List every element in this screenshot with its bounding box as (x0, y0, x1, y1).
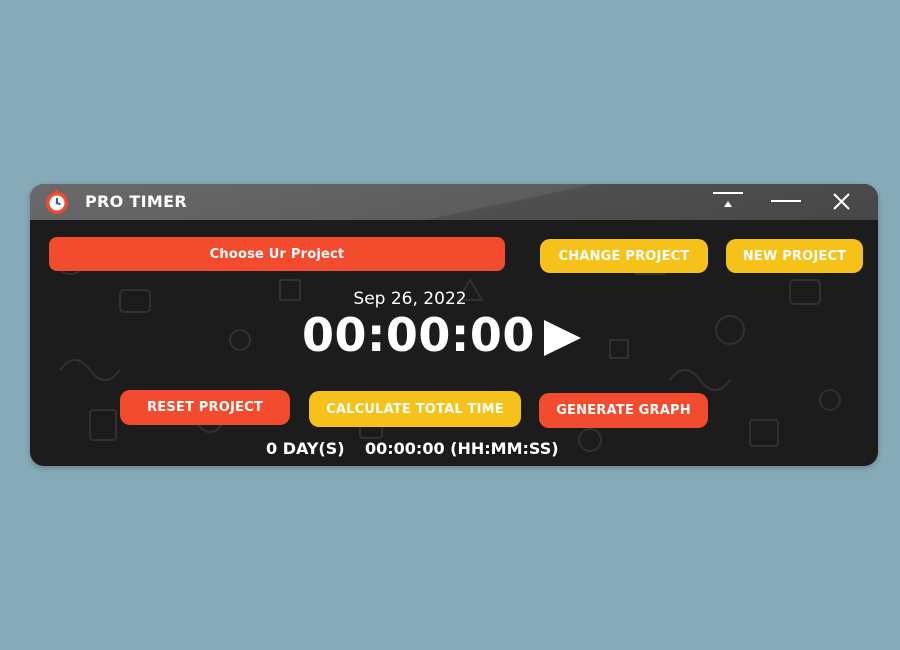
change-project-button[interactable]: CHANGE PROJECT (540, 239, 708, 273)
window-title: PRO TIMER (85, 192, 187, 211)
pin-top-button[interactable] (710, 188, 746, 216)
total-days-label: 0 DAY(S) (266, 439, 345, 458)
pro-timer-window: PRO TIMER Choose Ur Project CHANGE PROJE… (30, 184, 878, 466)
pin-top-icon (713, 192, 743, 207)
project-selector[interactable]: Choose Ur Project (49, 237, 505, 271)
play-icon (544, 320, 581, 356)
calculate-total-time-button[interactable]: CALCULATE TOTAL TIME (309, 391, 521, 427)
generate-graph-button[interactable]: GENERATE GRAPH (539, 393, 708, 428)
close-icon (833, 193, 850, 210)
close-button[interactable] (824, 188, 860, 216)
new-project-button[interactable]: NEW PROJECT (726, 239, 863, 273)
minimize-button[interactable] (768, 188, 804, 216)
reset-project-button[interactable]: RESET PROJECT (120, 390, 290, 425)
total-time-label: 00:00:00 (HH:MM:SS) (365, 439, 559, 458)
current-date: Sep 26, 2022 (353, 289, 467, 309)
play-button[interactable] (542, 318, 584, 358)
timer-display: 00:00:00 (302, 308, 535, 362)
stopwatch-icon (46, 190, 68, 214)
minimize-icon (771, 200, 801, 202)
title-bar[interactable]: PRO TIMER (30, 184, 878, 220)
